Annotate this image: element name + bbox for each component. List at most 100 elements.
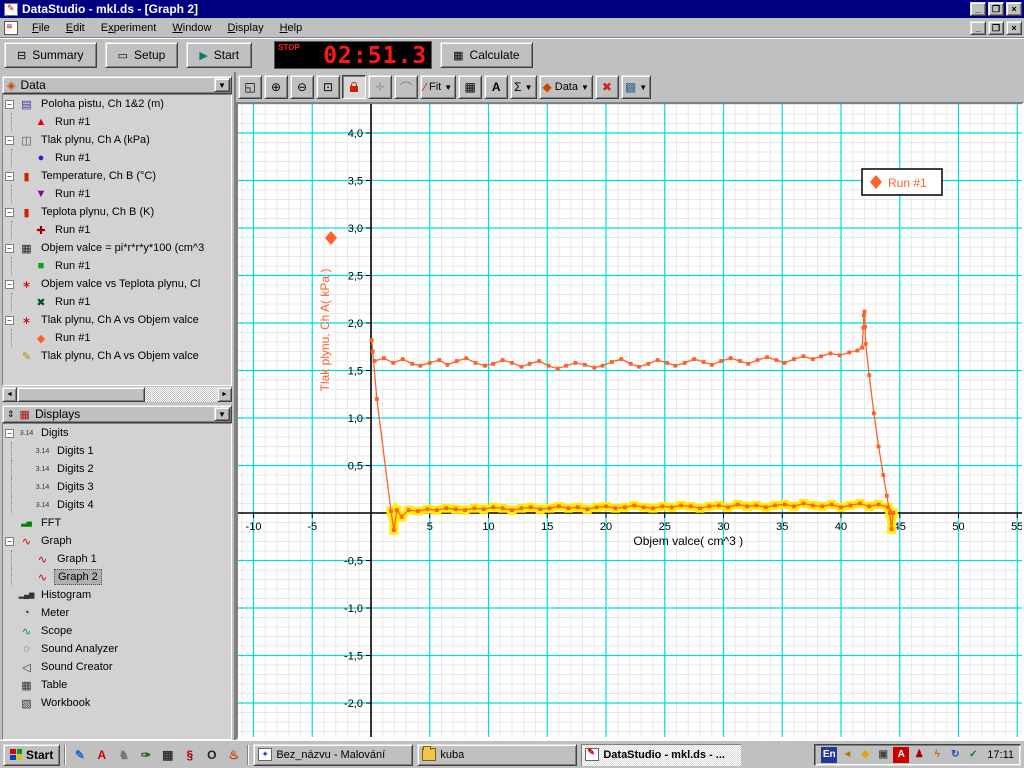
tree-item-label[interactable]: Sound Analyzer — [38, 642, 121, 656]
collapse-toggle-icon[interactable]: − — [5, 537, 14, 546]
collapse-toggle-icon[interactable]: − — [5, 208, 14, 217]
collapse-toggle-icon[interactable]: − — [5, 100, 14, 109]
menu-display[interactable]: Display — [220, 19, 272, 37]
tree-item-label[interactable]: Run #1 — [52, 331, 93, 345]
task-paint-button[interactable]: Bez_názvu - Malování — [253, 744, 413, 766]
graph-canvas[interactable]: -10-55101520253035404550554,03,53,02,52,… — [238, 104, 1022, 737]
tree-item[interactable]: ✖Run #1 — [3, 293, 231, 311]
tree-item-label[interactable]: Digits — [38, 426, 72, 440]
sync-tray-icon[interactable]: ↻ — [947, 747, 963, 763]
tree-item-label[interactable]: Meter — [38, 606, 72, 620]
tree-item[interactable]: ◁Sound Creator — [3, 658, 231, 676]
tree-item-label[interactable]: Workbook — [38, 696, 93, 710]
statistics-sigma-button[interactable]: Σ▼ — [510, 75, 536, 99]
tree-item-label[interactable]: Sound Creator — [38, 660, 116, 674]
smart-cursor-xy-button[interactable]: ✛ — [368, 75, 392, 99]
tree-item-label[interactable]: Table — [38, 678, 70, 692]
child-close-button[interactable]: × — [1006, 21, 1022, 35]
plot-area[interactable]: -10-55101520253035404550554,03,53,02,52,… — [236, 102, 1024, 740]
start-menu-button[interactable]: Start — [3, 744, 60, 766]
tree-item[interactable]: ◌Sound Analyzer — [3, 640, 231, 658]
tree-item-label[interactable]: Digits 1 — [54, 444, 97, 458]
tree-item-label[interactable]: Run #1 — [52, 151, 93, 165]
collapse-toggle-icon[interactable]: − — [5, 280, 14, 289]
tree-item-label[interactable]: FFT — [38, 516, 64, 530]
tree-item-label[interactable]: Objem valce vs Teplota plynu, Cl — [38, 277, 203, 291]
scale-to-fit-button[interactable]: ◱ — [238, 75, 262, 99]
collapse-toggle-icon[interactable]: − — [5, 244, 14, 253]
tree-item[interactable]: ✚Run #1 — [3, 221, 231, 239]
document-icon[interactable] — [4, 21, 18, 35]
setup-button[interactable]: ▭ Setup — [105, 42, 179, 68]
tree-item[interactable]: 3.14Digits 4 — [3, 496, 231, 514]
tree-item-label[interactable]: Temperature, Ch B (°C) — [38, 169, 159, 183]
tree-item[interactable]: −◫Tlak plynu, Ch A (kPa) — [3, 131, 231, 149]
tree-item-label[interactable]: Digits 2 — [54, 462, 97, 476]
menu-help[interactable]: Help — [272, 19, 311, 37]
tree-item-label[interactable]: Graph — [38, 534, 75, 548]
tree-item[interactable]: ∿Graph 1 — [3, 550, 231, 568]
menu-window[interactable]: Window — [164, 19, 219, 37]
shortcut-dragon-icon[interactable]: § — [180, 745, 199, 764]
data-panel-header[interactable]: ◈ Data ▼ — [2, 76, 232, 94]
scroll-left-arrow[interactable]: ◄ — [2, 387, 17, 402]
power-tray-icon[interactable]: ϟ — [929, 747, 945, 763]
tree-item[interactable]: ▲Run #1 — [3, 113, 231, 131]
tree-item[interactable]: 3.14Digits 1 — [3, 442, 231, 460]
tree-item[interactable]: ▼Run #1 — [3, 185, 231, 203]
tree-item[interactable]: 3.14Digits 2 — [3, 460, 231, 478]
tree-item[interactable]: −▮Teplota plynu, Ch B (K) — [3, 203, 231, 221]
tree-item-label[interactable]: Objem valce = pi*r*r*y*100 (cm^3 — [38, 241, 207, 255]
tree-item-label[interactable]: Tlak plynu, Ch A vs Objem valce — [38, 313, 202, 327]
tree-item-label[interactable]: Histogram — [38, 588, 94, 602]
tree-item[interactable]: ∿Graph 2 — [3, 568, 231, 586]
tree-item[interactable]: ■Run #1 — [3, 257, 231, 275]
menu-edit[interactable]: Edit — [58, 19, 93, 37]
scrollbar-track[interactable] — [17, 387, 217, 402]
shortcut-paint-icon[interactable]: ✑ — [136, 745, 155, 764]
tree-item-label[interactable]: Tlak plynu, Ch A vs Objem valce — [38, 349, 202, 363]
tree-item-label[interactable]: Run #1 — [52, 295, 93, 309]
tree-item[interactable]: −∗Tlak plynu, Ch A vs Objem valce — [3, 311, 231, 329]
collapse-toggle-icon[interactable]: − — [5, 136, 14, 145]
smart-tool-lock-button[interactable] — [342, 75, 366, 99]
tree-item-label[interactable]: Run #1 — [52, 223, 93, 237]
slope-tool-button[interactable]: ⌒ — [394, 75, 418, 99]
pen-tray-icon[interactable]: ✓ — [965, 747, 981, 763]
tree-item[interactable]: −∿Graph — [3, 532, 231, 550]
collapse-toggle-icon[interactable]: − — [5, 172, 14, 181]
agent-tray-icon[interactable]: ♟ — [911, 747, 927, 763]
scheduler-tray-icon[interactable]: ◆ — [857, 747, 873, 763]
tree-item-label[interactable]: Digits 4 — [54, 498, 97, 512]
data-dropdown-arrow[interactable]: ▼ — [214, 78, 230, 92]
menu-experiment[interactable]: Experiment — [93, 19, 165, 37]
dropdown-caret-icon[interactable]: ▼ — [525, 83, 533, 92]
data-menu-button[interactable]: ◆Data▼ — [539, 75, 593, 99]
tree-item[interactable]: −▮Temperature, Ch B (°C) — [3, 167, 231, 185]
zoom-in-button[interactable]: ⊕ — [264, 75, 288, 99]
start-button[interactable]: ▶ Start — [186, 42, 252, 68]
tree-item-label[interactable]: Poloha pistu, Ch 1&2 (m) — [38, 97, 167, 111]
text-tool-button[interactable]: A — [484, 75, 508, 99]
ati-tray-icon[interactable]: A — [893, 747, 909, 763]
tree-item[interactable]: −▦Objem valce = pi*r*r*y*100 (cm^3 — [3, 239, 231, 257]
child-restore-button[interactable]: ❐ — [988, 21, 1004, 35]
shortcut-notes-icon[interactable]: ✎ — [70, 745, 89, 764]
dropdown-caret-icon[interactable]: ▼ — [444, 83, 452, 92]
tree-item-label[interactable]: Run #1 — [52, 115, 93, 129]
tree-item-label[interactable]: Graph 1 — [54, 552, 100, 566]
restore-button[interactable]: ❐ — [988, 2, 1004, 16]
calculate-button[interactable]: ▦ Calculate — [440, 42, 532, 68]
close-button[interactable]: × — [1006, 2, 1022, 16]
tree-item[interactable]: ▂▄▆Histogram — [3, 586, 231, 604]
displays-panel-header[interactable]: ⇕ ▦ Displays ▼ — [2, 405, 232, 423]
minimize-button[interactable]: _ — [970, 2, 986, 16]
tree-item[interactable]: ◔Meter — [3, 604, 231, 622]
display-tray-icon[interactable]: ▣ — [875, 747, 891, 763]
graph-settings-button[interactable]: ▩▼ — [621, 75, 651, 99]
tree-item[interactable]: ▦Table — [3, 676, 231, 694]
tree-item-label[interactable]: Digits 3 — [54, 480, 97, 494]
data-tree-scrollbar[interactable]: ◄ ► — [2, 387, 232, 402]
zoom-out-button[interactable]: ⊖ — [290, 75, 314, 99]
menu-file[interactable]: File — [24, 19, 58, 37]
